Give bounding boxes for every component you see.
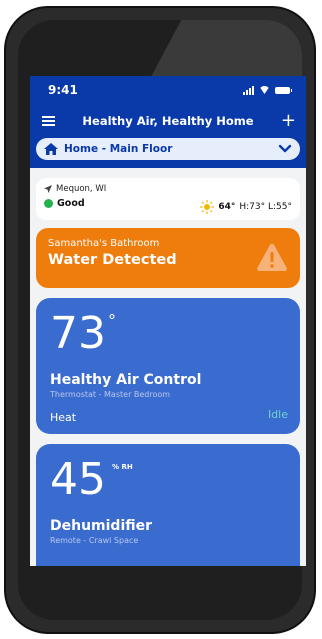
location-bar-container: Home - Main Floor <box>30 138 306 168</box>
weather-widget: Mequon, WI Good 64° H:73° L:55° <box>36 178 300 220</box>
high-low-temperature: H:73° L:55° <box>239 202 292 212</box>
alert-room: Samantha's Bathroom <box>48 238 160 249</box>
thermostat-title: Healthy Air Control <box>50 372 202 388</box>
weather-city: Mequon, WI <box>56 184 107 194</box>
weather-location: Mequon, WI <box>44 184 292 194</box>
thermostat-state: Idle <box>267 408 288 421</box>
location-selector[interactable]: Home - Main Floor <box>36 138 300 160</box>
app-bar: Healthy Air, Healthy Home + <box>30 104 306 138</box>
humidity-value: 45 <box>50 454 106 505</box>
cellular-signal-icon <box>243 85 254 95</box>
warning-icon <box>257 244 287 271</box>
location-selector-label: Home - Main Floor <box>64 143 173 155</box>
status-bar: 9:41 <box>30 76 306 104</box>
wifi-icon <box>259 86 270 94</box>
thermostat-unit: ° <box>108 311 116 330</box>
sun-icon <box>200 200 215 214</box>
chevron-down-icon <box>278 144 292 153</box>
location-arrow-icon <box>44 185 52 193</box>
battery-icon <box>275 86 292 94</box>
water-alert-card[interactable]: Samantha's Bathroom Water Detected <box>36 228 300 288</box>
current-temperature: 64° <box>218 202 236 212</box>
app-screen: 9:41 Healthy Air, Healthy Home + Home - … <box>30 76 306 566</box>
weather-temperature: 64° H:73° L:55° <box>200 200 292 214</box>
home-icon <box>44 143 58 155</box>
dehumidifier-subtitle: Remote - Crawl Space <box>50 536 139 545</box>
dehumidifier-reading: 45 % RH <box>50 458 286 502</box>
thermostat-subtitle: Thermostat - Master Bedroom <box>50 390 171 399</box>
good-status-dot <box>44 199 53 208</box>
dehumidifier-title: Dehumidifier <box>50 518 153 534</box>
status-icons <box>243 85 292 95</box>
air-quality-label: Good <box>57 198 85 209</box>
alert-message: Water Detected <box>48 252 177 268</box>
status-time: 9:41 <box>48 83 78 97</box>
app-title: Healthy Air, Healthy Home <box>82 114 254 128</box>
thermostat-mode: Heat <box>50 411 77 424</box>
thermostat-reading: 73 ° <box>50 312 286 356</box>
dehumidifier-card[interactable]: 45 % RH Dehumidifier Remote - Crawl Spac… <box>36 444 300 566</box>
add-icon[interactable]: + <box>281 112 296 130</box>
humidity-unit: % RH <box>112 463 133 471</box>
menu-icon[interactable] <box>42 116 55 126</box>
thermostat-card[interactable]: 73 ° Healthy Air Control Thermostat - Ma… <box>36 298 300 434</box>
thermostat-temperature: 73 <box>50 308 106 359</box>
